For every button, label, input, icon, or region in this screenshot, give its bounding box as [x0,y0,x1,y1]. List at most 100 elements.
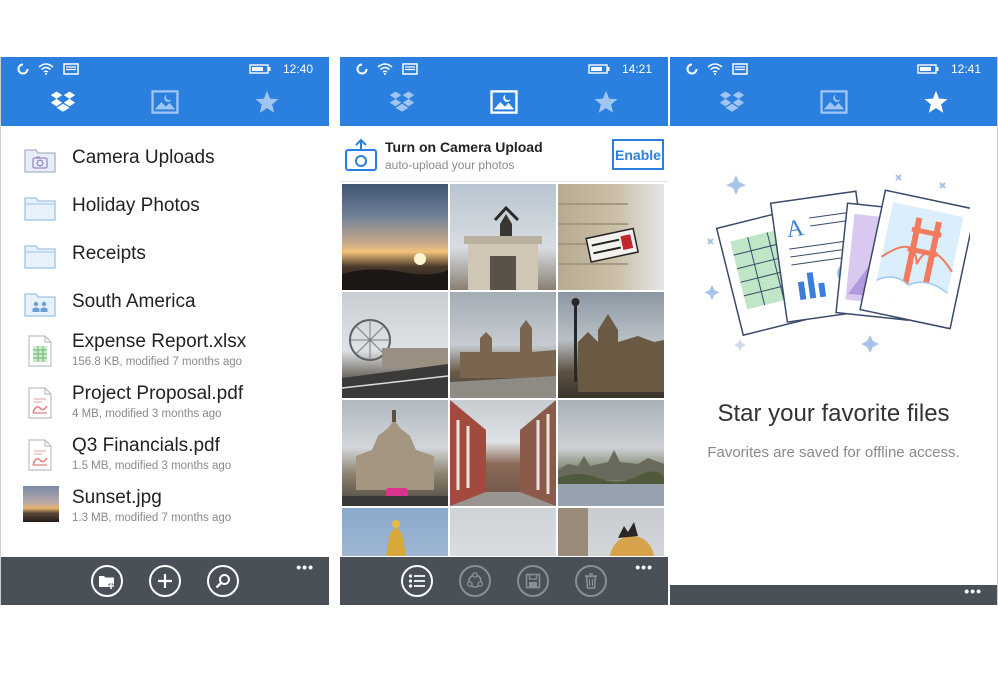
sync-icon [356,63,368,75]
file-name: Project Proposal.pdf [72,383,244,404]
new-folder-button[interactable] [91,565,123,597]
save-icon [525,573,541,589]
photo-thumbnail[interactable] [558,292,664,398]
file-name: Camera Uploads [72,147,215,168]
pdf-icon [28,439,52,471]
dropbox-icon [389,90,415,114]
list-item-receipts[interactable]: Receipts [1,233,329,281]
status-time: 12:41 [950,62,981,76]
status-bar: 12:41 [670,57,997,81]
sync-icon [17,63,29,75]
photo-thumbnail[interactable] [450,184,556,290]
street-icon [450,400,556,506]
enable-button[interactable]: Enable [612,139,664,170]
list-item-q3-financials[interactable]: Q3 Financials.pdf 1.5 MB, modified 3 mon… [1,433,329,485]
tab-favorites[interactable] [918,84,954,120]
photo-thumbnail[interactable] [342,400,448,506]
skyline-icon [558,450,664,506]
phone-screen-favorites: 12:41 A Star your favorite files Favorit… [670,57,998,605]
search-icon [215,574,230,589]
file-name: Expense Report.xlsx [72,331,247,352]
photo-thumbnail[interactable] [342,184,448,290]
camera-upload-title: Turn on Camera Upload [385,139,543,155]
message-icon [732,63,748,75]
list-item-camera-uploads[interactable]: Camera Uploads [1,137,329,185]
photos-icon [820,90,848,114]
tab-favorites[interactable] [588,84,624,120]
folder-icon [24,197,56,221]
shared-folder-icon [24,293,56,317]
message-icon [63,63,79,75]
tab-photos[interactable] [147,84,183,120]
header: 14:21 [340,57,668,126]
more-button[interactable]: ••• [964,583,982,599]
pivot-tabs [340,81,668,126]
header: 12:41 [670,57,997,126]
status-time: 14:21 [621,62,652,76]
select-button[interactable] [401,565,433,597]
file-meta: 1.3 MB, modified 7 months ago [72,512,232,524]
list-item-expense-report[interactable]: Expense Report.xlsx 156.8 KB, modified 7… [1,329,329,381]
more-button[interactable]: ••• [296,559,314,575]
favorites-illustration: A [704,174,970,353]
photo-thumbnail[interactable] [450,508,556,556]
delete-button[interactable] [575,565,607,597]
more-button[interactable]: ••• [635,559,653,575]
add-button[interactable] [149,565,181,597]
tab-photos[interactable] [816,84,852,120]
save-button[interactable] [517,565,549,597]
photo-thumbnail[interactable] [558,184,664,290]
file-name: South America [72,291,196,312]
photo-thumbnail[interactable] [450,400,556,506]
photo-thumbnail[interactable] [558,400,664,506]
tab-files[interactable] [45,84,81,120]
header: 12:40 [1,57,329,126]
message-icon [402,63,418,75]
share-button[interactable] [459,565,491,597]
photos-icon [490,90,518,114]
star-icon [923,90,949,114]
ferris-wheel-icon [342,319,448,398]
tab-favorites[interactable] [249,84,285,120]
list-item-holiday-photos[interactable]: Holiday Photos [1,185,329,233]
tab-photos[interactable] [486,84,522,120]
search-button[interactable] [207,565,239,597]
star-icon [254,90,280,114]
new-folder-icon [99,576,114,589]
fountain-icon [558,508,654,556]
golden-statue-icon [386,520,406,556]
list-item-project-proposal[interactable]: Project Proposal.pdf 4 MB, modified 3 mo… [1,381,329,433]
favorites-subtitle: Favorites are saved for offline access. [707,444,960,461]
tab-files[interactable] [384,84,420,120]
pivot-tabs [670,81,997,126]
sun-icon [342,253,448,290]
phone-screen-photos: 14:21 Turn on Camera Upload auto-upload … [340,57,668,605]
dropbox-icon [50,90,76,114]
dropbox-icon [719,90,745,114]
camera-folder-icon [24,149,56,173]
photos-icon [151,90,179,114]
wifi-icon [707,63,723,75]
share-icon [466,572,484,588]
select-list-icon [408,574,425,588]
camera-upload-icon [345,138,377,171]
photo-thumbnail[interactable] [342,292,448,398]
sync-icon [686,63,698,75]
image-thumbnail [23,486,59,522]
arch-icon [464,205,542,290]
app-bar: ••• [1,557,329,605]
list-item-south-america[interactable]: South America [1,281,329,329]
photo-thumbnail[interactable] [342,508,448,556]
star-icon [593,90,619,114]
photo-thumbnail[interactable] [558,508,664,556]
file-name: Holiday Photos [72,195,200,216]
status-time: 12:40 [282,62,313,76]
photo-grid [340,182,668,556]
folder-icon [24,245,56,269]
photo-thumbnail[interactable] [450,292,556,398]
list-item-sunset[interactable]: Sunset.jpg 1.3 MB, modified 7 months ago [1,485,329,537]
status-bar: 14:21 [340,57,668,81]
tab-files[interactable] [714,84,750,120]
file-meta: 156.8 KB, modified 7 months ago [72,356,243,368]
wifi-icon [38,63,54,75]
